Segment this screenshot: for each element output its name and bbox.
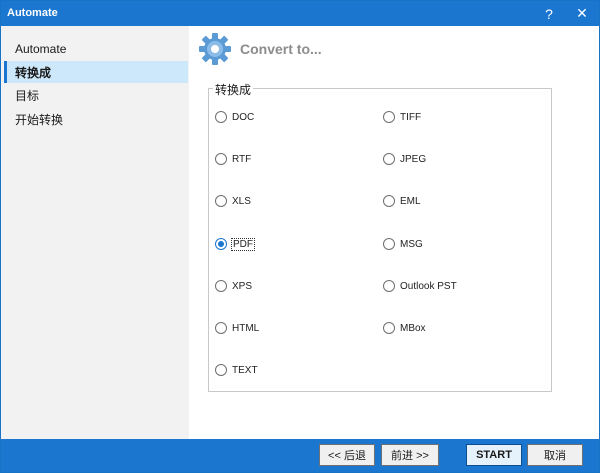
sidebar: Automate 转换成 目标 开始转换 <box>1 26 189 439</box>
radio-label: TEXT <box>232 364 258 376</box>
sidebar-item-automate[interactable]: Automate <box>4 38 188 60</box>
page-header: Convert to... <box>198 32 322 66</box>
radio-label: DOC <box>232 111 255 123</box>
gear-icon <box>199 33 231 65</box>
footer-bar: << 后退 前进 >> START 取消 <box>1 439 599 472</box>
automate-dialog: Automate ? ✕ Automate 转换成 目标 开始转换 Conver… <box>0 0 600 473</box>
sidebar-item-convert-to[interactable]: 转换成 <box>4 61 188 83</box>
group-legend: 转换成 <box>213 81 254 98</box>
radio-option-text[interactable]: TEXT <box>215 362 259 378</box>
next-button[interactable]: 前进 >> <box>381 444 439 466</box>
back-button[interactable]: << 后退 <box>319 444 375 466</box>
radio-button[interactable] <box>383 280 395 292</box>
sidebar-item-destination[interactable]: 目标 <box>4 84 188 106</box>
radio-label: JPEG <box>400 153 427 165</box>
radio-option-tiff[interactable]: TIFF <box>383 109 422 125</box>
radio-label: XLS <box>232 195 251 207</box>
cancel-button[interactable]: 取消 <box>527 444 583 466</box>
radio-button[interactable] <box>215 195 227 207</box>
radio-label: MBox <box>400 322 426 334</box>
close-button[interactable]: ✕ <box>567 1 597 26</box>
radio-button[interactable] <box>215 153 227 165</box>
radio-label: PDF <box>231 237 255 251</box>
sidebar-item-label: 目标 <box>15 88 40 103</box>
sidebar-item-label: 转换成 <box>15 65 52 80</box>
radio-label: MSG <box>400 238 423 250</box>
radio-option-mbox[interactable]: MBox <box>383 320 427 336</box>
radio-button[interactable] <box>383 195 395 207</box>
radio-button[interactable] <box>383 153 395 165</box>
radio-option-rtf[interactable]: RTF <box>215 151 252 167</box>
radio-label: HTML <box>232 322 260 334</box>
radio-option-html[interactable]: HTML <box>215 320 260 336</box>
radio-option-eml[interactable]: EML <box>383 193 422 209</box>
radio-option-doc[interactable]: DOC <box>215 109 255 125</box>
radio-button[interactable] <box>215 238 227 250</box>
radio-option-jpeg[interactable]: JPEG <box>383 151 427 167</box>
radio-label: TIFF <box>400 111 422 123</box>
title-bar: Automate ? ✕ <box>1 1 599 26</box>
radio-button[interactable] <box>215 322 227 334</box>
help-button[interactable]: ? <box>534 1 564 26</box>
radio-option-pdf[interactable]: PDF <box>215 236 255 252</box>
radio-label: Outlook PST <box>400 280 457 292</box>
radio-label: XPS <box>232 280 253 292</box>
radio-button[interactable] <box>383 322 395 334</box>
radio-option-xps[interactable]: XPS <box>215 278 253 294</box>
radio-option-xls[interactable]: XLS <box>215 193 252 209</box>
radio-label: RTF <box>232 153 252 165</box>
radio-button[interactable] <box>383 111 395 123</box>
radio-option-msg[interactable]: MSG <box>383 236 424 252</box>
radio-option-outlook-pst[interactable]: Outlook PST <box>383 278 458 294</box>
sidebar-item-start-conversion[interactable]: 开始转换 <box>4 108 188 130</box>
radio-button[interactable] <box>383 238 395 250</box>
start-button[interactable]: START <box>466 444 522 466</box>
radio-button[interactable] <box>215 364 227 376</box>
radio-label: EML <box>400 195 421 207</box>
window-title: Automate <box>7 7 58 19</box>
convert-to-group: 转换成 DOC RTF XLS PDF XPS HTML TEXT TIFF JPEG EML MS… <box>208 81 552 392</box>
page-title: Convert to... <box>240 41 322 57</box>
radio-button[interactable] <box>215 280 227 292</box>
sidebar-item-label: Automate <box>15 42 67 56</box>
radio-button[interactable] <box>215 111 227 123</box>
sidebar-item-label: 开始转换 <box>15 112 64 127</box>
